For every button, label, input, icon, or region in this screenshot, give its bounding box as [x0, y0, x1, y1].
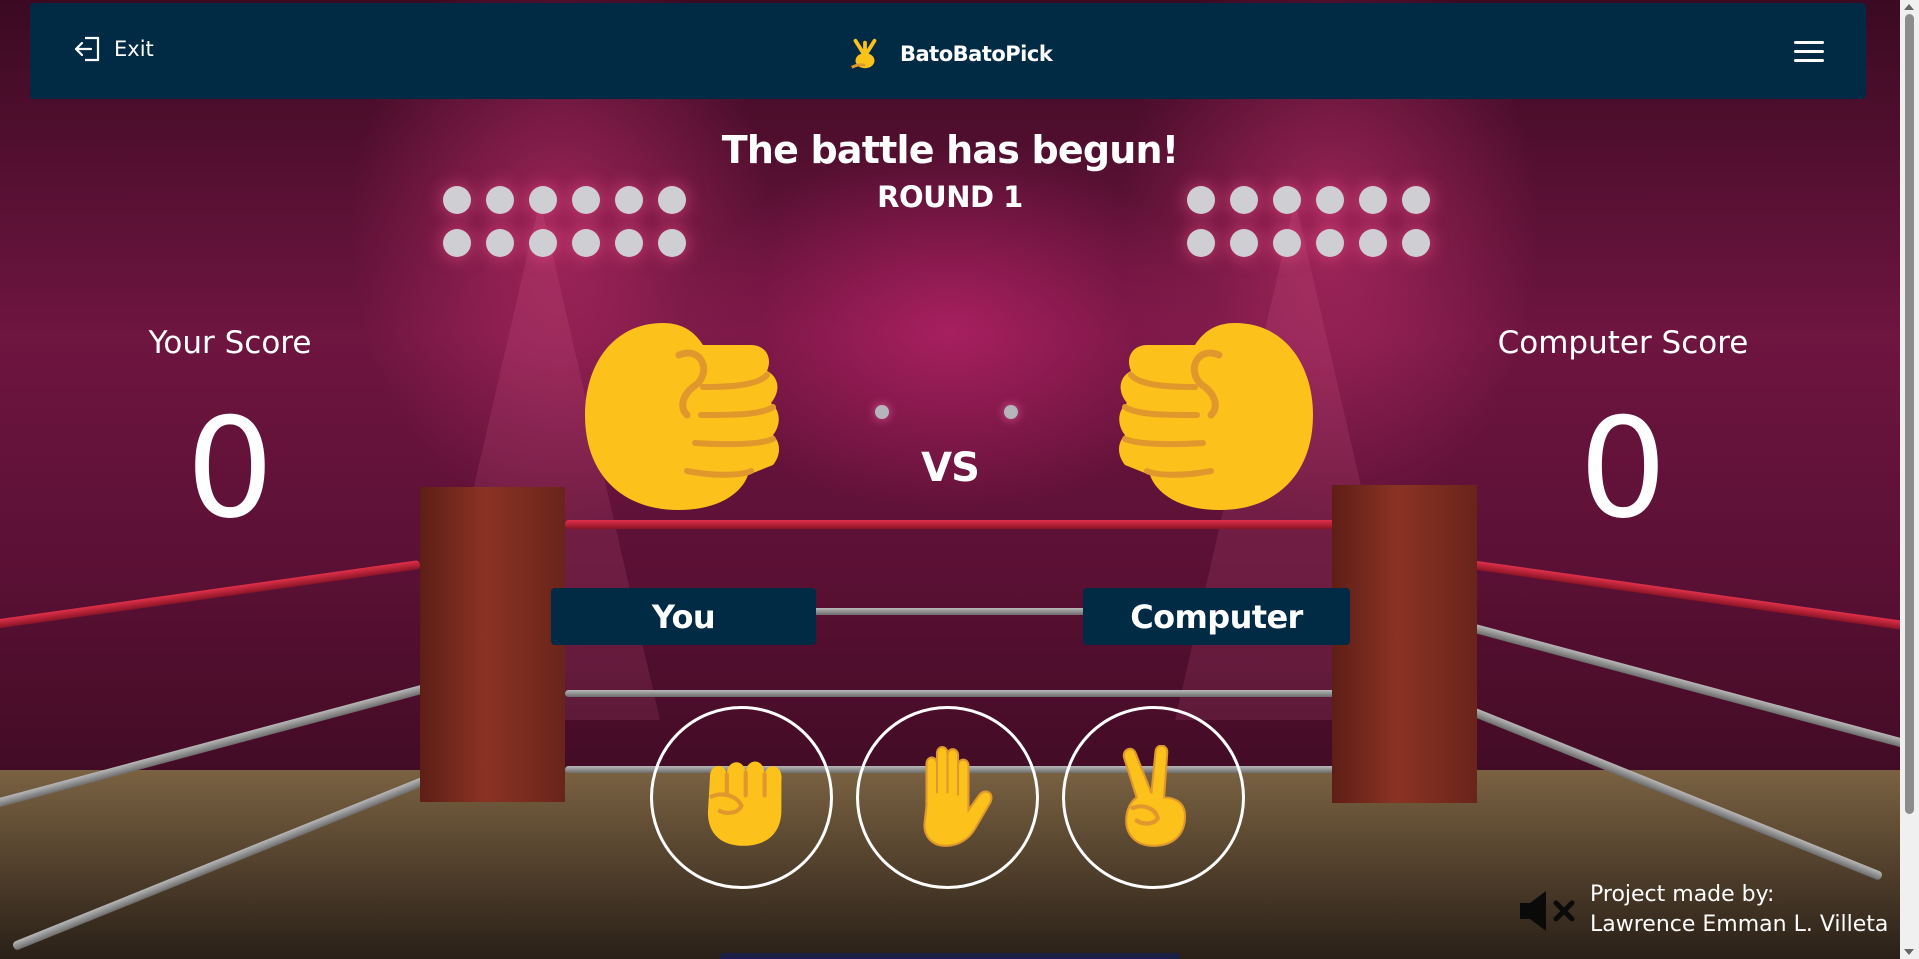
top-navbar: Exit BatoBatoPick: [30, 3, 1866, 99]
round-indicator: ROUND 1: [877, 180, 1023, 214]
light-dot: [1004, 405, 1018, 419]
hamburger-menu-icon[interactable]: [1794, 41, 1824, 63]
player-name: You: [651, 597, 716, 636]
scroll-thumb[interactable]: [1905, 14, 1914, 814]
credit-line-1: Project made by:: [1590, 882, 1775, 907]
ring-rope: [565, 690, 1335, 697]
project-credit: Project made by: Lawrence Emman L. Ville…: [1590, 880, 1888, 940]
light-dot: [875, 405, 889, 419]
credit-author: Lawrence Emman L. Villeta: [1590, 912, 1889, 937]
player-fist-icon: [585, 323, 779, 510]
exit-icon: [74, 36, 100, 62]
ring-rope-right: [1469, 560, 1900, 633]
ring-corner-post-left: [420, 487, 565, 802]
computer-name: Computer: [1130, 597, 1303, 636]
sound-muted-icon[interactable]: [1516, 888, 1580, 934]
bottom-edge-bar: [720, 953, 1180, 959]
computer-name-tag: Computer: [1083, 588, 1350, 645]
raised-hand-icon: [923, 746, 993, 847]
vs-label: VS: [921, 445, 980, 491]
ring-rope: [565, 520, 1335, 529]
scroll-down-arrow-icon[interactable]: [1904, 949, 1914, 955]
brand-name: BatoBatoPick: [900, 42, 1053, 66]
raised-fist-icon: [707, 761, 782, 846]
computer-score-label: Computer Score: [1497, 325, 1749, 361]
player-score-label: Your Score: [148, 325, 312, 361]
battle-title: The battle has begun!: [721, 128, 1179, 172]
computer-fist-icon: [1119, 323, 1313, 510]
page-scrollbar[interactable]: [1900, 0, 1919, 959]
scroll-up-arrow-icon[interactable]: [1904, 4, 1914, 10]
ring-rope-left: [0, 560, 421, 631]
exit-label: Exit: [114, 37, 154, 61]
rock-choice-button[interactable]: [650, 706, 833, 889]
brand-logo: BatoBatoPick: [846, 35, 1053, 73]
computer-score-value: 0: [1579, 388, 1667, 549]
exit-button[interactable]: Exit: [72, 33, 154, 65]
sling-hand-icon: [851, 38, 877, 69]
player-name-tag: You: [551, 588, 816, 645]
paper-choice-button[interactable]: [856, 706, 1039, 889]
scissors-choice-button[interactable]: [1062, 706, 1245, 889]
player-score-value: 0: [186, 388, 274, 549]
victory-hand-icon: [1122, 745, 1187, 847]
